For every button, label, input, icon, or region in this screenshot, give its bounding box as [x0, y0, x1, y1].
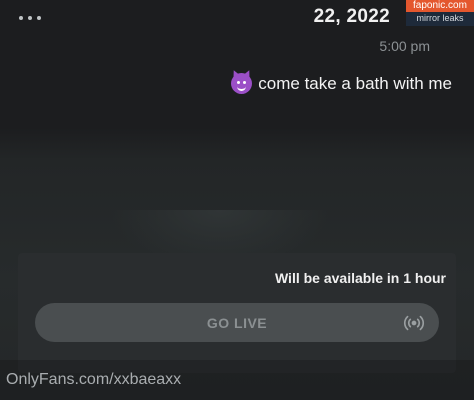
watermark-text: OnlyFans.com/xxbaeaxx	[6, 371, 182, 388]
message-header: 22, 2022 faponic.com mirror leaks 5:00 p…	[0, 0, 474, 112]
message-text: come take a bath with me	[258, 73, 452, 93]
dot	[19, 16, 23, 20]
badge-tag: mirror leaks	[416, 13, 464, 23]
smiling-devil-icon	[231, 73, 253, 94]
go-live-button[interactable]: GO LIVE	[35, 303, 439, 342]
message-bubble: come take a bath with me	[231, 73, 452, 94]
chat-screen: 22, 2022 faponic.com mirror leaks 5:00 p…	[0, 0, 474, 400]
broadcast-icon	[403, 315, 425, 331]
availability-text: Will be available in 1 hour	[274, 270, 446, 286]
badge-brand: faponic.com	[406, 0, 474, 12]
dot	[28, 16, 32, 20]
go-live-label: GO LIVE	[206, 314, 268, 331]
message-time: 5:00 pm	[379, 38, 430, 54]
site-badge: faponic.com mirror leaks	[406, 0, 474, 26]
message-date: 22, 2022	[313, 6, 390, 27]
dot	[37, 16, 41, 20]
more-options-icon[interactable]	[19, 14, 41, 22]
